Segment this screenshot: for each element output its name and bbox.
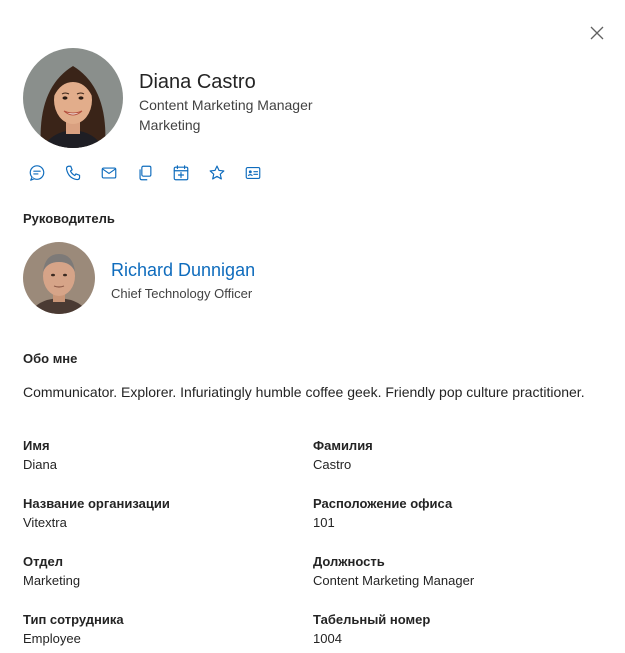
close-icon [590, 26, 604, 40]
field-label: Фамилия [313, 438, 373, 453]
manager-job-title: Chief Technology Officer [111, 286, 253, 301]
phone-icon [65, 165, 81, 181]
avatar [23, 48, 123, 148]
job-title-field: Должность Content Marketing Manager [313, 553, 583, 591]
profile-card: Diana Castro Content Marketing Manager M… [0, 0, 625, 653]
manager-avatar[interactable] [23, 242, 95, 314]
mail-icon [101, 167, 117, 179]
calendar-icon [173, 165, 189, 181]
employee-id-field: Табельный номер 1004 [313, 611, 583, 649]
contact-card-icon [245, 167, 261, 179]
close-button[interactable] [588, 24, 606, 42]
email-button[interactable] [100, 163, 136, 183]
contact-card-button[interactable] [244, 163, 280, 183]
call-button[interactable] [64, 163, 100, 183]
chat-icon [29, 165, 45, 181]
office-location-field: Расположение офиса 101 [313, 495, 583, 533]
last-name-field: Фамилия Castro [313, 437, 583, 475]
field-label: Имя [23, 438, 50, 453]
manager-heading: Руководитель [23, 211, 115, 226]
field-value: Marketing [23, 573, 81, 588]
person-department: Marketing [139, 117, 201, 133]
person-job-title: Content Marketing Manager [139, 97, 313, 113]
employee-type-field: Тип сотрудника Employee [23, 611, 293, 649]
copy-button[interactable] [136, 163, 172, 183]
field-value: 101 [313, 515, 335, 530]
field-label: Тип сотрудника [23, 612, 124, 627]
action-bar [28, 163, 280, 183]
person-name: Diana Castro [139, 71, 256, 93]
field-value: Content Marketing Manager [313, 573, 475, 588]
field-label: Табельный номер [313, 612, 431, 627]
field-value: Diana [23, 457, 57, 472]
schedule-meeting-button[interactable] [172, 163, 208, 183]
field-value: Castro [313, 457, 352, 472]
copy-icon [139, 165, 152, 181]
field-value: 1004 [313, 631, 342, 646]
chat-button[interactable] [28, 163, 64, 183]
star-icon [209, 165, 225, 180]
field-label: Расположение офиса [313, 496, 453, 511]
manager-name[interactable]: Richard Dunnigan [111, 260, 255, 281]
field-label: Название организации [23, 496, 170, 511]
field-label: Должность [313, 554, 385, 569]
about-text: Communicator. Explorer. Infuriatingly hu… [23, 384, 585, 400]
favorite-button[interactable] [208, 163, 244, 183]
field-value: Vitextra [23, 515, 67, 530]
first-name-field: Имя Diana [23, 437, 293, 475]
about-heading: Обо мне [23, 351, 78, 366]
field-label: Отдел [23, 554, 64, 569]
department-field: Отдел Marketing [23, 553, 293, 591]
company-field: Название организации Vitextra [23, 495, 293, 533]
field-value: Employee [23, 631, 81, 646]
